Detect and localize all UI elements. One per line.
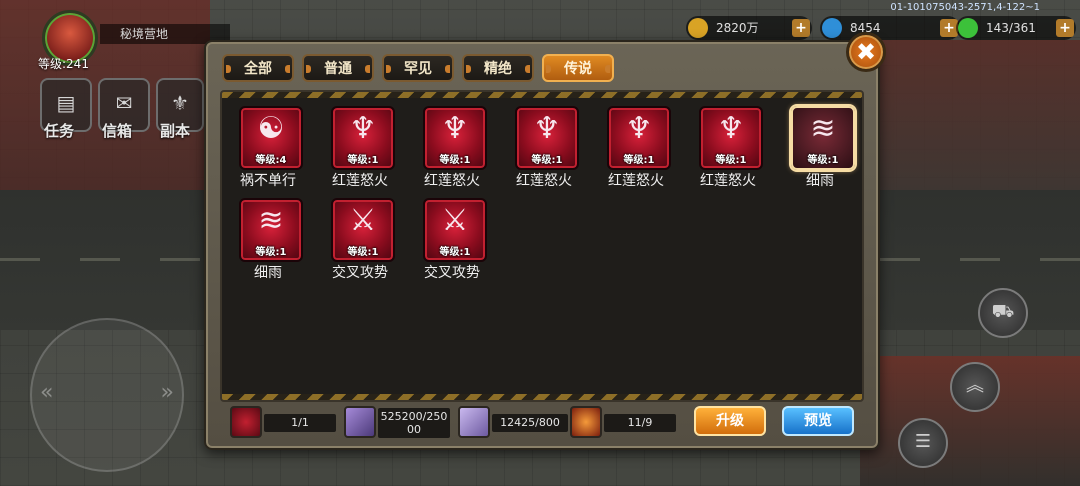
skill-card[interactable]: ☯ 等级:4 祸不单行 xyxy=(226,102,310,194)
gem-currency: 8454 + xyxy=(820,16,960,40)
fire-orb-icon xyxy=(570,406,602,438)
gold-currency: 2820万 + xyxy=(686,16,812,40)
skill-card[interactable]: ⚔ 等级:1 交叉攻势 xyxy=(318,194,402,286)
gold-value: 2820万 xyxy=(716,21,759,35)
energy-currency: 143/361 + xyxy=(956,16,1076,40)
skill-name: 红莲怒火 xyxy=(424,173,480,189)
skill-card[interactable]: ⚔ 等级:1 交叉攻势 xyxy=(410,194,494,286)
red-lotus-icon: ♆ 等级:1 xyxy=(423,106,487,170)
blue-gem-icon xyxy=(822,18,842,38)
tab-all[interactable]: 全部 xyxy=(222,54,294,82)
drizzle-icon: ≋ 等级:1 xyxy=(791,106,855,170)
resource-value-line1: 525200/250 xyxy=(380,410,448,423)
skill-name: 红莲怒火 xyxy=(700,173,756,189)
player-level: 等级:241 xyxy=(38,57,89,71)
resource-value: 1/1 xyxy=(264,414,336,432)
mailbox-icon: ✉ xyxy=(115,91,133,115)
hazard-stripe-top xyxy=(222,92,862,98)
close-button[interactable]: ✖ xyxy=(846,32,886,72)
skill-card[interactable]: ≋ 等级:1 细雨 xyxy=(226,194,310,286)
vehicle-icon: ⛟ xyxy=(991,301,1015,322)
skill-name: 细雨 xyxy=(254,265,282,281)
menu-button[interactable]: ☰ xyxy=(898,418,948,468)
add-energy-button[interactable]: + xyxy=(1056,19,1074,37)
mailbox-label: 信箱 xyxy=(102,122,133,140)
skill-name: 细雨 xyxy=(806,173,834,189)
skill-grid: ☯ 等级:4 祸不单行 ♆ 等级:1 红莲怒火 ♆ 等级:1 红莲怒火 ♆ 等级:1 红… xyxy=(220,90,864,402)
upgrade-button[interactable]: 升级 xyxy=(694,406,766,436)
chevron-up-icon: ︽ xyxy=(966,375,984,396)
skill-card[interactable]: ♆ 等级:1 红莲怒火 xyxy=(318,102,402,194)
building-right xyxy=(880,40,1080,190)
skill-level: 等级:1 xyxy=(531,155,563,166)
red-lotus-icon: ♆ 等级:1 xyxy=(331,106,395,170)
resource-value: 525200/250 00 xyxy=(378,408,450,438)
build-id-text: 01-101075043-2571,4-122~1 xyxy=(890,2,1040,13)
skill-level: 等级:1 xyxy=(347,155,379,166)
hazard-stripe-bottom xyxy=(222,394,862,400)
skill-level: 等级:1 xyxy=(347,247,379,258)
energy-value: 143/361 xyxy=(986,21,1036,35)
resource-value-line2: 00 xyxy=(407,423,421,436)
skill-name: 红莲怒火 xyxy=(608,173,664,189)
dungeon-label: 副本 xyxy=(160,122,191,140)
skill-card[interactable]: ♆ 等级:1 红莲怒火 xyxy=(502,102,586,194)
legendary-skill-panel: 全部 普通 罕见 精绝 传说 ☯ 等级:4 祸不单行 ♆ 等级:1 红莲怒火 ♆ 等级… xyxy=(204,40,880,450)
tab-epic[interactable]: 精绝 xyxy=(462,54,534,82)
green-energy-icon xyxy=(958,18,978,38)
task-label: 任务 xyxy=(44,122,75,140)
skill-level: 等级:1 xyxy=(715,155,747,166)
skill-name: 交叉攻势 xyxy=(332,265,388,281)
yin-yang-icon: ☯ 等级:4 xyxy=(239,106,303,170)
skill-name: 红莲怒火 xyxy=(332,173,388,189)
close-icon: ✖ xyxy=(855,38,877,66)
skill-name: 祸不单行 xyxy=(240,173,296,189)
skill-card-icon xyxy=(230,406,262,438)
skill-card[interactable]: ♆ 等级:1 红莲怒火 xyxy=(594,102,678,194)
left-arrow-icon: « xyxy=(40,380,54,405)
crossed-blades-icon: ⚔ 等级:1 xyxy=(331,198,395,262)
tab-legendary[interactable]: 传说 xyxy=(542,54,614,82)
virtual-joystick[interactable]: « » xyxy=(30,318,184,472)
skill-level: 等级:1 xyxy=(439,155,471,166)
resource-value: 11/9 xyxy=(604,414,676,432)
drizzle-icon: ≋ 等级:1 xyxy=(239,198,303,262)
red-lotus-icon: ♆ 等级:1 xyxy=(515,106,579,170)
skill-name: 红莲怒火 xyxy=(516,173,572,189)
skill-card[interactable]: ♆ 等级:1 红莲怒火 xyxy=(410,102,494,194)
preview-button[interactable]: 预览 xyxy=(782,406,854,436)
red-lotus-icon: ♆ 等级:1 xyxy=(607,106,671,170)
skill-card-selected[interactable]: ≋ 等级:1 细雨 xyxy=(778,102,862,194)
tab-common[interactable]: 普通 xyxy=(302,54,374,82)
book-icon xyxy=(458,406,490,438)
skill-name: 交叉攻势 xyxy=(424,265,480,281)
skill-card[interactable]: ♆ 等级:1 红莲怒火 xyxy=(686,102,770,194)
ticket-icon xyxy=(344,406,376,438)
scroll-icon: ▤ xyxy=(56,91,76,115)
dungeon-icon: ⚜ xyxy=(171,91,189,115)
gold-coin-icon xyxy=(688,18,708,38)
add-gold-button[interactable]: + xyxy=(792,19,810,37)
skill-level: 等级:1 xyxy=(623,155,655,166)
red-lotus-icon: ♆ 等级:1 xyxy=(699,106,763,170)
skill-level: 等级:4 xyxy=(255,155,287,166)
skill-level: 等级:1 xyxy=(807,155,839,166)
list-icon: ☰ xyxy=(914,431,932,452)
rank-up-button[interactable]: ︽ xyxy=(950,362,1000,412)
mount-button[interactable]: ⛟ xyxy=(978,288,1028,338)
resource-value: 12425/800 xyxy=(492,414,568,432)
skill-level: 等级:1 xyxy=(439,247,471,258)
crossed-blades-icon: ⚔ 等级:1 xyxy=(423,198,487,262)
skill-level: 等级:1 xyxy=(255,247,287,258)
tab-rare[interactable]: 罕见 xyxy=(382,54,454,82)
right-arrow-icon: » xyxy=(160,380,174,405)
